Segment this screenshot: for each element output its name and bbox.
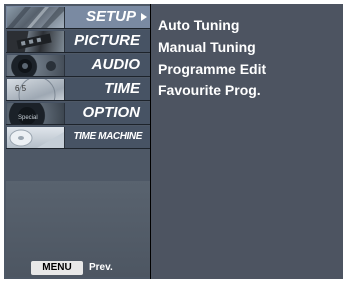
menu-item-label: AUDIO: [91, 56, 140, 73]
submenu-item-manual-tuning[interactable]: Manual Tuning: [158, 37, 256, 57]
menu-item-time-machine[interactable]: TIME MACHINE: [6, 126, 150, 149]
menu-item-audio[interactable]: AUDIO: [6, 54, 150, 77]
submenu-arrow-icon: [141, 13, 147, 21]
picture-thumbnail-icon: [7, 31, 65, 52]
menu-button[interactable]: MENU: [31, 261, 83, 275]
main-menu: SETUP PICTURE AUDIO 6 5 TIME Special OPT…: [4, 4, 150, 279]
submenu-item-programme-edit[interactable]: Programme Edit: [158, 59, 266, 79]
clock-thumbnail-icon: 6 5: [7, 79, 65, 100]
menu-item-time[interactable]: 6 5 TIME: [6, 78, 150, 101]
menu-item-label: TIME: [104, 80, 140, 97]
disc-thumbnail-icon: [7, 127, 65, 148]
menu-item-setup[interactable]: SETUP: [6, 6, 150, 29]
menu-item-label: OPTION: [82, 104, 140, 121]
menu-item-picture[interactable]: PICTURE: [6, 30, 150, 53]
menu-item-label: PICTURE: [74, 32, 140, 49]
submenu-item-favourite-prog[interactable]: Favourite Prog.: [158, 80, 261, 100]
submenu-item-auto-tuning[interactable]: Auto Tuning: [158, 15, 239, 35]
submenu-panel: Auto Tuning Manual Tuning Programme Edit…: [151, 4, 343, 279]
prev-label: Prev.: [89, 262, 113, 273]
option-thumbnail-icon: Special: [7, 103, 65, 124]
osd-menu: SETUP PICTURE AUDIO 6 5 TIME Special OPT…: [4, 4, 343, 279]
menu-item-option[interactable]: Special OPTION: [6, 102, 150, 125]
clock-digits: 6 5: [15, 84, 27, 93]
option-badge-text: Special: [18, 115, 38, 121]
menu-item-label: SETUP: [85, 8, 136, 25]
setup-thumbnail-icon: [7, 7, 65, 28]
audio-speaker-icon: [7, 55, 65, 76]
menu-item-label: TIME MACHINE: [73, 131, 142, 142]
